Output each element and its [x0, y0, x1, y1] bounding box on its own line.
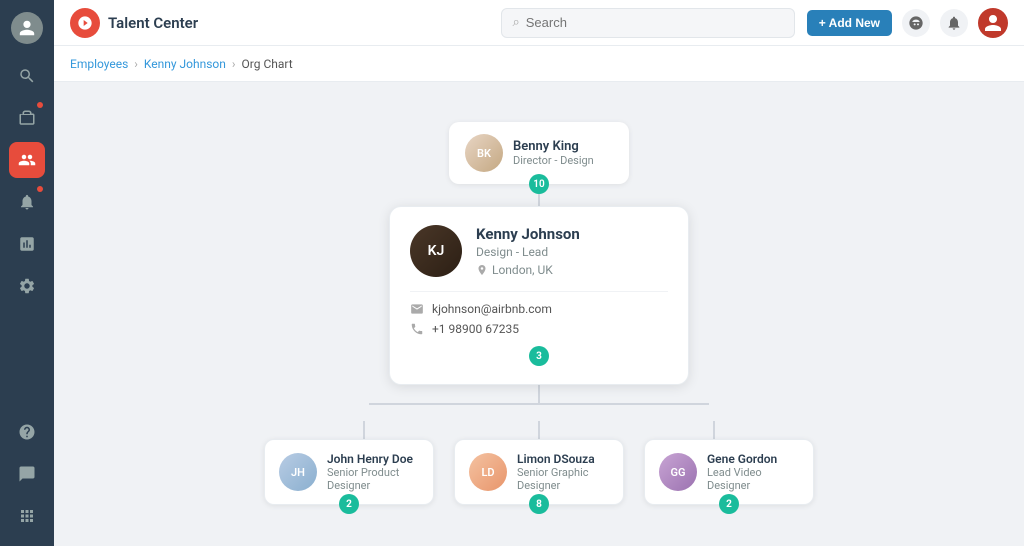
v-drop-gene	[713, 421, 715, 439]
smile-icon-btn[interactable]	[902, 9, 930, 37]
main-content: Talent Center ⌕ + Add New Employees › Ke…	[54, 0, 1024, 546]
gene-info: Gene Gordon Lead Video Designer	[707, 452, 799, 492]
benny-king-branch: BK Benny King Director - Design 10	[449, 122, 629, 184]
kenny-email: kjohnson@airbnb.com	[432, 302, 552, 316]
benny-name: Benny King	[513, 139, 594, 154]
kenny-badge: 3	[529, 346, 549, 366]
kenny-card-header: KJ Kenny Johnson Design - Lead London, U…	[410, 225, 668, 277]
email-icon	[410, 302, 424, 316]
sidebar-item-apps[interactable]	[9, 498, 45, 534]
breadcrumb-orgchart: Org Chart	[242, 57, 293, 71]
benny-role: Director - Design	[513, 154, 594, 167]
three-drops	[279, 421, 799, 439]
kenny-contact: kjohnson@airbnb.com +1 98900 67235	[410, 302, 668, 336]
john-doe-card[interactable]: JH John Henry Doe Senior Product Designe…	[264, 439, 434, 505]
john-avatar: JH	[279, 453, 317, 491]
app-logo: Talent Center	[70, 8, 198, 38]
benny-king-card[interactable]: BK Benny King Director - Design 10	[449, 122, 629, 184]
gene-gordon-card[interactable]: GG Gene Gordon Lead Video Designer 2	[644, 439, 814, 505]
kenny-email-row: kjohnson@airbnb.com	[410, 302, 668, 316]
h-line	[369, 403, 709, 405]
connector-to-children	[74, 385, 1004, 439]
sidebar-item-people[interactable]	[9, 142, 45, 178]
breadcrumb-employees[interactable]: Employees	[70, 57, 128, 71]
drop-limon	[454, 421, 624, 439]
sidebar-item-search[interactable]	[9, 58, 45, 94]
v-drop-john	[363, 421, 365, 439]
sidebar	[0, 0, 54, 546]
limon-role: Senior Graphic Designer	[517, 466, 609, 492]
kenny-phone-row: +1 98900 67235	[410, 322, 668, 336]
sidebar-item-settings[interactable]	[9, 268, 45, 304]
john-info: John Henry Doe Senior Product Designer	[327, 452, 419, 492]
kenny-avatar: KJ	[410, 225, 462, 277]
org-chart: BK Benny King Director - Design 10	[74, 102, 1004, 525]
app-title: Talent Center	[108, 14, 198, 32]
level-top: BK Benny King Director - Design 10	[449, 122, 629, 184]
kenny-card-divider	[410, 291, 668, 292]
limon-badge: 8	[529, 494, 549, 514]
limon-name: Limon DSouza	[517, 452, 609, 466]
branch-left-space	[279, 403, 369, 421]
kenny-location: London, UK	[476, 263, 668, 277]
kenny-info: Kenny Johnson Design - Lead London, UK	[476, 225, 668, 277]
v-line-to-branch	[538, 385, 540, 403]
benny-badge: 10	[529, 174, 549, 194]
sidebar-item-briefcase[interactable]	[9, 100, 45, 136]
john-role: Senior Product Designer	[327, 466, 419, 492]
sidebar-item-chart[interactable]	[9, 226, 45, 262]
topbar: Talent Center ⌕ + Add New	[54, 0, 1024, 46]
gene-avatar: GG	[659, 453, 697, 491]
breadcrumb-sep-2: ›	[232, 57, 236, 71]
limon-avatar: LD	[469, 453, 507, 491]
org-chart-content: BK Benny King Director - Design 10	[54, 82, 1024, 546]
sidebar-item-bell[interactable]	[9, 184, 45, 220]
drop-john	[279, 421, 449, 439]
john-badge: 2	[339, 494, 359, 514]
phone-icon	[410, 322, 424, 336]
search-input[interactable]	[526, 15, 784, 30]
john-name: John Henry Doe	[327, 452, 419, 466]
limon-info: Limon DSouza Senior Graphic Designer	[517, 452, 609, 492]
kenny-johnson-card[interactable]: KJ Kenny Johnson Design - Lead London, U…	[389, 206, 689, 385]
kenny-role: Design - Lead	[476, 245, 668, 259]
gene-name: Gene Gordon	[707, 452, 799, 466]
limon-dsouza-card[interactable]: LD Limon DSouza Senior Graphic Designer …	[454, 439, 624, 505]
children-row: JH John Henry Doe Senior Product Designe…	[264, 439, 814, 505]
add-new-button[interactable]: + Add New	[807, 10, 892, 36]
sidebar-item-chat[interactable]	[9, 456, 45, 492]
v-drop-limon	[538, 421, 540, 439]
level-main: KJ Kenny Johnson Design - Lead London, U…	[389, 206, 689, 385]
benny-avatar: BK	[465, 134, 503, 172]
breadcrumb: Employees › Kenny Johnson › Org Chart	[54, 46, 1024, 82]
gene-role: Lead Video Designer	[707, 466, 799, 492]
branch-right-space	[709, 403, 799, 421]
user-avatar-sidebar[interactable]	[11, 12, 43, 44]
user-avatar-topbar[interactable]	[978, 8, 1008, 38]
kenny-name: Kenny Johnson	[476, 225, 668, 243]
benny-info: Benny King Director - Design	[513, 139, 594, 167]
topbar-actions: + Add New	[807, 8, 1008, 38]
h-branch	[279, 403, 799, 421]
search-box[interactable]: ⌕	[501, 8, 794, 38]
gene-badge: 2	[719, 494, 739, 514]
logo-icon	[70, 8, 100, 38]
sidebar-item-help[interactable]	[9, 414, 45, 450]
search-icon: ⌕	[512, 15, 519, 30]
drop-gene	[629, 421, 799, 439]
kenny-phone: +1 98900 67235	[432, 322, 519, 336]
breadcrumb-kenny[interactable]: Kenny Johnson	[144, 57, 226, 71]
breadcrumb-sep-1: ›	[134, 57, 138, 71]
notification-icon-btn[interactable]	[940, 9, 968, 37]
